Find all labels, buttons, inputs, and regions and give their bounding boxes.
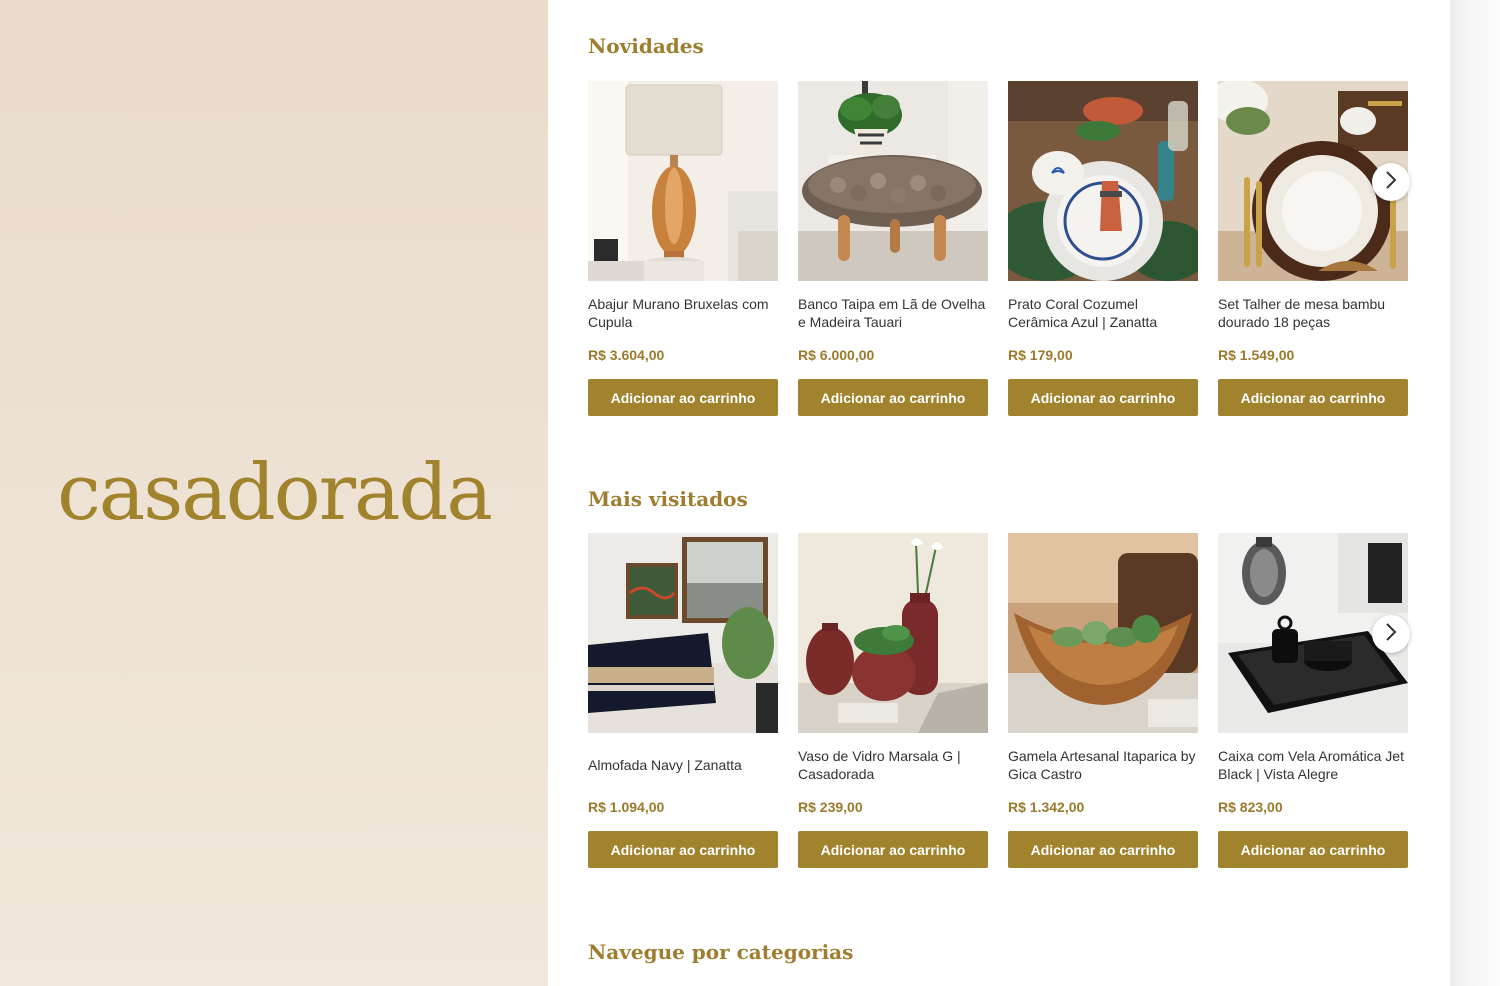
carousel-next-button[interactable] bbox=[1372, 163, 1410, 201]
product-card[interactable]: Set Talher de mesa bambu dourado 18 peça… bbox=[1218, 81, 1408, 421]
product-image[interactable] bbox=[1008, 533, 1198, 733]
add-to-cart-button[interactable]: Adicionar ao carrinho bbox=[1008, 831, 1198, 868]
add-to-cart-button[interactable]: Adicionar ao carrinho bbox=[798, 831, 988, 868]
product-carousel-novidades: Abajur Murano Bruxelas com Cupula R$ 3.6… bbox=[588, 81, 1410, 421]
product-card[interactable]: Caixa com Vela Aromática Jet Black | Vis… bbox=[1218, 533, 1408, 873]
product-name[interactable]: Set Talher de mesa bambu dourado 18 peça… bbox=[1218, 293, 1408, 333]
add-to-cart-button[interactable]: Adicionar ao carrinho bbox=[1218, 831, 1408, 868]
product-price: R$ 179,00 bbox=[1008, 347, 1073, 363]
product-card[interactable]: Vaso de Vidro Marsala G | Casadorada R$ … bbox=[798, 533, 988, 873]
product-price: R$ 3.604,00 bbox=[588, 347, 665, 363]
product-name[interactable]: Vaso de Vidro Marsala G | Casadorada bbox=[798, 745, 988, 785]
chevron-right-icon bbox=[1384, 170, 1398, 195]
section-title-novidades: Novidades bbox=[588, 34, 704, 58]
chevron-right-icon bbox=[1384, 622, 1398, 647]
product-price: R$ 1.549,00 bbox=[1218, 347, 1295, 363]
product-name[interactable]: Banco Taipa em Lã de Ovelha e Madeira Ta… bbox=[798, 293, 988, 333]
product-name[interactable]: Abajur Murano Bruxelas com Cupula bbox=[588, 293, 778, 333]
product-card[interactable]: Abajur Murano Bruxelas com Cupula R$ 3.6… bbox=[588, 81, 778, 421]
product-price: R$ 1.094,00 bbox=[588, 799, 665, 815]
product-card[interactable]: Almofada Navy | Zanatta R$ 1.094,00 Adic… bbox=[588, 533, 778, 873]
product-image[interactable] bbox=[588, 533, 778, 733]
add-to-cart-button[interactable]: Adicionar ao carrinho bbox=[798, 379, 988, 416]
product-image[interactable] bbox=[798, 533, 988, 733]
add-to-cart-button[interactable]: Adicionar ao carrinho bbox=[1008, 379, 1198, 416]
add-to-cart-button[interactable]: Adicionar ao carrinho bbox=[588, 831, 778, 868]
product-name[interactable]: Caixa com Vela Aromática Jet Black | Vis… bbox=[1218, 745, 1408, 785]
product-image[interactable] bbox=[1008, 81, 1198, 281]
product-price: R$ 239,00 bbox=[798, 799, 863, 815]
product-carousel-mais-visitados: Almofada Navy | Zanatta R$ 1.094,00 Adic… bbox=[588, 533, 1410, 873]
product-price: R$ 6.000,00 bbox=[798, 347, 875, 363]
brand-logo[interactable]: casadorada bbox=[0, 448, 548, 538]
section-title-categorias: Navegue por categorias bbox=[588, 940, 854, 964]
product-card[interactable]: Prato Coral Cozumel Cerâmica Azul | Zana… bbox=[1008, 81, 1198, 421]
product-card[interactable]: Banco Taipa em Lã de Ovelha e Madeira Ta… bbox=[798, 81, 988, 421]
product-name[interactable]: Prato Coral Cozumel Cerâmica Azul | Zana… bbox=[1008, 293, 1198, 333]
product-showcase: Novidades Abajur Murano Bruxelas com Cup… bbox=[548, 0, 1450, 986]
product-card[interactable]: Gamela Artesanal Itaparica by Gica Castr… bbox=[1008, 533, 1198, 873]
section-title-mais-visitados: Mais visitados bbox=[588, 487, 748, 511]
add-to-cart-button[interactable]: Adicionar ao carrinho bbox=[588, 379, 778, 416]
product-image[interactable] bbox=[798, 81, 988, 281]
product-name[interactable]: Almofada Navy | Zanatta bbox=[588, 745, 778, 785]
add-to-cart-button[interactable]: Adicionar ao carrinho bbox=[1218, 379, 1408, 416]
page-edge-shadow bbox=[1450, 0, 1500, 986]
product-name[interactable]: Gamela Artesanal Itaparica by Gica Castr… bbox=[1008, 745, 1198, 785]
brand-panel: casadorada bbox=[0, 0, 548, 986]
product-image[interactable] bbox=[588, 81, 778, 281]
product-price: R$ 823,00 bbox=[1218, 799, 1283, 815]
carousel-next-button[interactable] bbox=[1372, 615, 1410, 653]
product-price: R$ 1.342,00 bbox=[1008, 799, 1085, 815]
